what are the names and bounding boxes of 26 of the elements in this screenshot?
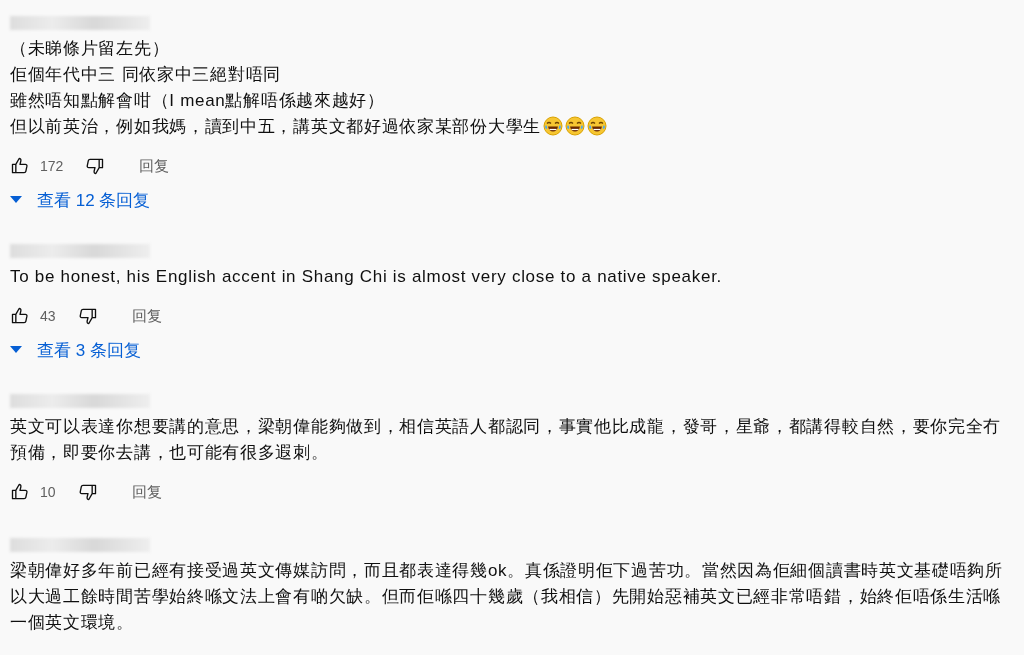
laughing-emoji-icon (565, 116, 585, 136)
dislike-icon[interactable] (77, 482, 98, 502)
view-replies-button[interactable]: 查看 12 条回复 (10, 184, 151, 216)
laughing-emoji-icon (587, 116, 607, 136)
dislike-icon[interactable] (77, 306, 98, 326)
like-icon[interactable] (10, 482, 30, 502)
like-count: 10 (40, 484, 56, 500)
comment-text: （未睇條片留左先） (10, 38, 171, 60)
dislike-icon[interactable] (85, 156, 106, 176)
reply-button[interactable]: 回复 (131, 306, 162, 326)
comment-text: 梁朝偉好多年前已經有接受過英文傳媒訪問，而且都表達得幾ok。真係證明佢下過苦功。當然因為佢細個讀書時英文基礎唔夠所以大過工餘時間苦學始終喺文法上會有啲欠缺。但而佢喺四十幾歲（我相信）先開始惡補英文已經非常唔錯，始終佢唔係生活喺一個英文環境。 (10, 560, 1004, 634)
comment-text: To be honest, his English accent in Shang Chi is almost very close to a native speaker. (10, 266, 723, 288)
like-icon[interactable] (10, 306, 30, 326)
like-icon[interactable] (10, 156, 30, 176)
like-count: 172 (40, 158, 64, 174)
caret-icon (10, 196, 22, 204)
comment-text: 英文可以表達你想要講的意思，梁朝偉能夠做到，相信英語人都認同，事實他比成龍，發哥，星爺，都講得較自然，要你完全冇預備，即要你去講，也可能有很多遐刺。 (10, 416, 1003, 464)
caret-icon (10, 346, 22, 354)
view-replies-button[interactable]: 查看 3 条回复 (10, 334, 141, 366)
laughing-emoji-icon (543, 116, 563, 136)
like-count: 43 (40, 308, 56, 324)
comment-text: 但以前英治，例如我媽，讀到中五，講英文都好過依家某部份大學生 (10, 114, 1014, 140)
comment-text: 佢個年代中三 同依家中三絕對唔同 (10, 64, 282, 86)
comment-text: 雖然唔知點解會咁（I mean點解唔係越來越好） (10, 90, 386, 112)
reply-button[interactable]: 回复 (139, 156, 170, 176)
reply-button[interactable]: 回复 (131, 482, 162, 502)
